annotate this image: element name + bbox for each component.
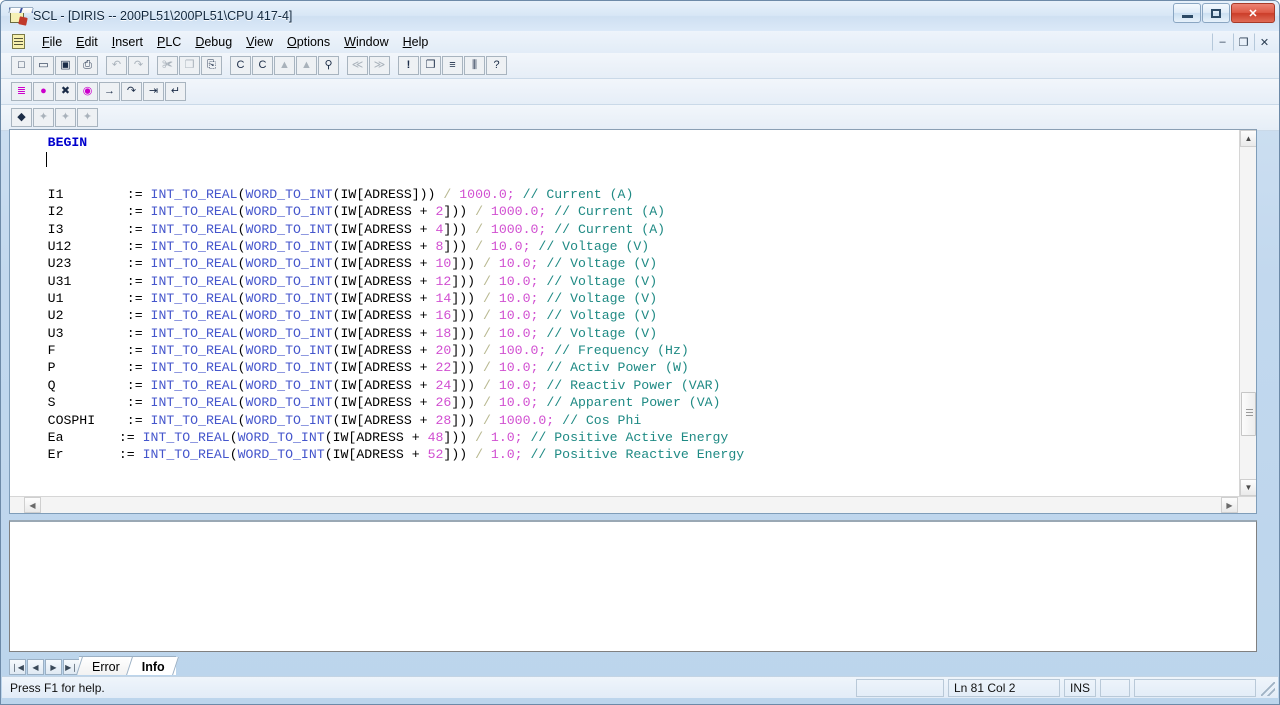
title-bar: SCL SCL - [DIRIS -- 200PL51\200PL51\CPU … (1, 1, 1279, 31)
download-icon: ▲ (274, 56, 295, 75)
menu-options[interactable]: Options (280, 33, 337, 51)
window-controls: ✕ (1173, 3, 1275, 23)
next-record-button[interactable]: ▶ (45, 659, 62, 675)
breakpoints-active-icon[interactable]: ◉ (77, 82, 98, 101)
mdi-minimize-button[interactable]: – (1212, 33, 1233, 51)
tile-horizontal-icon[interactable]: ≡ (442, 56, 463, 75)
paste-icon[interactable]: ⎘ (201, 56, 222, 75)
code-text-area[interactable]: BEGIN I1 := INT_TO_REAL(WORD_TO_INT(IW[A… (10, 130, 1256, 496)
editor-vertical-scrollbar[interactable]: ▲ ▼ (1239, 130, 1256, 496)
status-bar: Press F1 for help. Ln 81 Col 2 INS (2, 676, 1278, 698)
menu-view[interactable]: View (239, 33, 280, 51)
monitor-pause-icon: ✦ (55, 108, 76, 127)
toolbar-separator (150, 56, 157, 75)
menu-edit[interactable]: Edit (69, 33, 105, 51)
menu-window[interactable]: Window (337, 33, 395, 51)
step-over-icon[interactable]: ↷ (121, 82, 142, 101)
application-window: SCL SCL - [DIRIS -- 200PL51\200PL51\CPU … (0, 0, 1280, 705)
step-into-icon[interactable]: ⇥ (143, 82, 164, 101)
set-breakpoint-icon[interactable]: ● (33, 82, 54, 101)
cascade-windows-icon[interactable]: ❐ (420, 56, 441, 75)
scroll-up-arrow[interactable]: ▲ (1240, 130, 1256, 147)
find-icon[interactable]: ⚲ (318, 56, 339, 75)
mdi-restore-button[interactable]: ❐ (1233, 33, 1254, 51)
tab-error[interactable]: Error (79, 656, 131, 675)
first-record-button[interactable]: ❘◀ (9, 659, 26, 675)
monitor-off-icon: ✦ (33, 108, 54, 127)
tab-info[interactable]: Info (129, 656, 176, 675)
next-error-icon: ≫ (369, 56, 390, 75)
menu-file[interactable]: File (35, 33, 69, 51)
compile-selected-icon[interactable]: C (252, 56, 273, 75)
monitor-stop-icon: ✦ (77, 108, 98, 127)
text-caret (46, 152, 47, 167)
status-cell-blank3 (1134, 679, 1256, 697)
cut-icon: ✀ (157, 56, 178, 75)
run-to-cursor-icon[interactable]: → (99, 82, 120, 101)
breakpoints-list-icon[interactable]: ≣ (11, 82, 32, 101)
menu-plc[interactable]: PLC (150, 33, 188, 51)
toolbar-standard-group: □▭▣⎙↶↷✀❐⎘CC▲▲⚲≪≫!❐≡⫼? (11, 55, 508, 77)
breakpoints-off-icon[interactable]: ✖ (55, 82, 76, 101)
toolbar-monitor: ◆✦✦✦ (1, 105, 1279, 131)
new-icon[interactable]: □ (11, 56, 32, 75)
download-selected-icon: ▲ (296, 56, 317, 75)
prev-error-icon: ≪ (347, 56, 368, 75)
menu-debug[interactable]: Debug (188, 33, 239, 51)
context-help-icon[interactable]: ? (486, 56, 507, 75)
tab-info-label: Info (142, 660, 165, 674)
status-cell-blank1 (856, 679, 944, 697)
scroll-left-arrow[interactable]: ◀ (24, 497, 41, 513)
status-cell-insert-mode: INS (1064, 679, 1096, 697)
minimize-button[interactable] (1173, 3, 1201, 23)
status-cell-position: Ln 81 Col 2 (948, 679, 1060, 697)
toolbar-separator (391, 56, 398, 75)
open-folder-icon[interactable]: ▭ (33, 56, 54, 75)
toolbar-monitor-group: ◆✦✦✦ (11, 107, 99, 129)
toolbar-debug: ≣●✖◉→↷⇥↵ (1, 79, 1279, 105)
document-icon (11, 34, 27, 50)
print-icon[interactable]: ⎙ (77, 56, 98, 75)
tile-vertical-icon[interactable]: ⫼ (464, 56, 485, 75)
menu-insert[interactable]: Insert (105, 33, 150, 51)
scroll-down-arrow[interactable]: ▼ (1240, 479, 1256, 496)
close-button[interactable]: ✕ (1231, 3, 1275, 23)
vertical-scroll-thumb[interactable] (1241, 392, 1256, 436)
compile-all-icon[interactable]: C (230, 56, 251, 75)
copy-icon: ❐ (179, 56, 200, 75)
save-icon[interactable]: ▣ (55, 56, 76, 75)
prev-record-button[interactable]: ◀ (27, 659, 44, 675)
status-cell-blank2 (1100, 679, 1130, 697)
window-title: SCL - [DIRIS -- 200PL51\200PL51\CPU 417-… (33, 9, 292, 23)
code-editor-window: BEGIN I1 := INT_TO_REAL(WORD_TO_INT(IW[A… (9, 129, 1257, 514)
scl-app-icon: SCL (9, 7, 27, 25)
info-output-pane[interactable] (9, 520, 1257, 652)
toolbar-separator (223, 56, 230, 75)
toolbar-standard: □▭▣⎙↶↷✀❐⎘CC▲▲⚲≪≫!❐≡⫼? (1, 53, 1279, 79)
mdi-close-button[interactable]: ✕ (1254, 33, 1275, 51)
toolbar-separator (99, 56, 106, 75)
redo-icon: ↷ (128, 56, 149, 75)
mdi-window-controls: – ❐ ✕ (1212, 33, 1275, 51)
monitor-icon[interactable]: ◆ (11, 108, 32, 127)
tab-error-label: Error (92, 660, 120, 674)
resize-grip[interactable] (1261, 682, 1275, 696)
toolbar-separator (340, 56, 347, 75)
scroll-right-arrow[interactable]: ▶ (1221, 497, 1238, 513)
source-code: BEGIN I1 := INT_TO_REAL(WORD_TO_INT(IW[A… (16, 134, 744, 464)
menu-help[interactable]: Help (396, 33, 436, 51)
menu-bar: File Edit Insert PLC Debug View Options … (1, 31, 1279, 53)
undo-icon: ↶ (106, 56, 127, 75)
maximize-button[interactable] (1202, 3, 1230, 23)
output-tab-bar: ❘◀ ◀ ▶ ▶❘ Error Info (9, 655, 1257, 675)
error-list-icon[interactable]: ! (398, 56, 419, 75)
step-out-icon[interactable]: ↵ (165, 82, 186, 101)
toolbar-debug-group: ≣●✖◉→↷⇥↵ (11, 81, 187, 103)
status-hint: Press F1 for help. (10, 681, 105, 695)
editor-horizontal-scrollbar[interactable]: ◀ ▶ (10, 496, 1256, 513)
